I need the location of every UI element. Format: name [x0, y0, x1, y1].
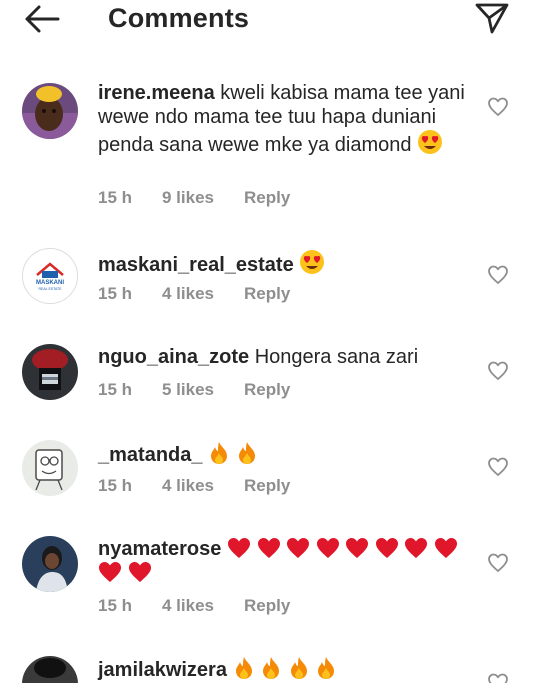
heart-outline-icon[interactable]: [487, 264, 509, 286]
red-heart-emoji: [375, 538, 398, 558]
comment-body: _matanda_: [98, 441, 468, 467]
fire-emoji: [211, 442, 228, 464]
red-heart-emoji: [227, 538, 250, 558]
red-heart-emoji: [405, 538, 428, 558]
heart-outline-icon[interactable]: [487, 456, 509, 478]
comment-likes[interactable]: 9 likes: [162, 188, 214, 208]
avatar[interactable]: MASKANI REAL ESTATE: [22, 248, 78, 304]
red-heart-emoji: [434, 538, 457, 558]
arrow-left-icon[interactable]: [22, 4, 62, 34]
reply-button[interactable]: Reply: [244, 476, 290, 496]
comment-item: MASKANI REAL ESTATE maskani_real_estate …: [0, 248, 540, 318]
fire-emoji: [235, 657, 252, 679]
comment-time: 15 h: [98, 188, 133, 207]
heart-outline-icon[interactable]: [487, 552, 509, 574]
avatar[interactable]: [22, 440, 78, 496]
fire-emoji: [318, 657, 335, 679]
red-heart-emoji: [287, 538, 310, 558]
comment-time: 15 h: [98, 380, 133, 399]
fire-emoji-group: [233, 657, 338, 681]
reply-button[interactable]: Reply: [244, 284, 290, 304]
comment-time: 15 h: [98, 596, 133, 615]
comment-username[interactable]: maskani_real_estate: [98, 254, 294, 276]
heart-eyes-emoji: [300, 250, 325, 274]
red-heart-emoji: [316, 538, 339, 558]
comment-username[interactable]: nguo_aina_zote: [98, 346, 249, 368]
avatar-logo-text: MASKANI: [36, 280, 64, 286]
reply-button[interactable]: Reply: [244, 188, 290, 208]
heart-outline-icon[interactable]: [487, 672, 509, 683]
comment-time: 15 h: [98, 476, 133, 495]
avatar[interactable]: [22, 344, 78, 400]
reply-button[interactable]: Reply: [244, 380, 290, 400]
reply-button[interactable]: Reply: [244, 596, 290, 616]
comment-time: 15 h: [98, 284, 133, 303]
comment-item: _matanda_ 15 h 4 likes Reply: [0, 440, 540, 510]
red-heart-emoji: [128, 562, 151, 582]
fire-emoji: [238, 442, 255, 464]
avatar-logo-subtext: REAL ESTATE: [38, 287, 62, 291]
heart-outline-icon[interactable]: [487, 360, 509, 382]
avatar[interactable]: [22, 656, 78, 683]
comment-body: nyamaterose: [98, 537, 468, 585]
comment-item: nguo_aina_zote Hongera sana zari 15 h 5 …: [0, 344, 540, 414]
comment-body: irene.meena kweli kabisa mama tee yani w…: [98, 81, 468, 157]
red-heart-emoji: [257, 538, 280, 558]
comment-username[interactable]: irene.meena: [98, 82, 215, 104]
comment-body: jamilakwizera: [98, 656, 468, 682]
comment-likes[interactable]: 5 likes: [162, 380, 214, 400]
comment-likes[interactable]: 4 likes: [162, 596, 214, 616]
red-heart-emoji: [346, 538, 369, 558]
comment-body: maskani_real_estate: [98, 249, 468, 277]
heart-outline-icon[interactable]: [487, 96, 509, 118]
comment-text: Hongera sana zari: [254, 346, 419, 368]
comment-username[interactable]: nyamaterose: [98, 538, 221, 560]
red-heart-emoji: [99, 562, 121, 582]
comment-likes[interactable]: 4 likes: [162, 284, 214, 304]
fire-emoji: [263, 657, 280, 679]
header-bar: Comments: [0, 0, 540, 40]
comment-item: irene.meena kweli kabisa mama tee yani w…: [0, 80, 540, 215]
heart-eyes-emoji: [418, 130, 443, 154]
avatar[interactable]: [22, 536, 78, 592]
paper-plane-icon[interactable]: [474, 1, 510, 35]
avatar[interactable]: [22, 83, 78, 139]
fire-emoji: [290, 657, 307, 679]
page-title: Comments: [108, 3, 250, 33]
comment-username[interactable]: _matanda_: [98, 444, 203, 466]
comment-likes[interactable]: 4 likes: [162, 476, 214, 496]
comment-item: nyamaterose 15 h 4 likes Reply: [0, 536, 540, 626]
comment-username[interactable]: jamilakwizera: [98, 659, 227, 681]
comment-body: nguo_aina_zote Hongera sana zari: [98, 345, 468, 369]
comment-item: jamilakwizera: [0, 654, 540, 683]
